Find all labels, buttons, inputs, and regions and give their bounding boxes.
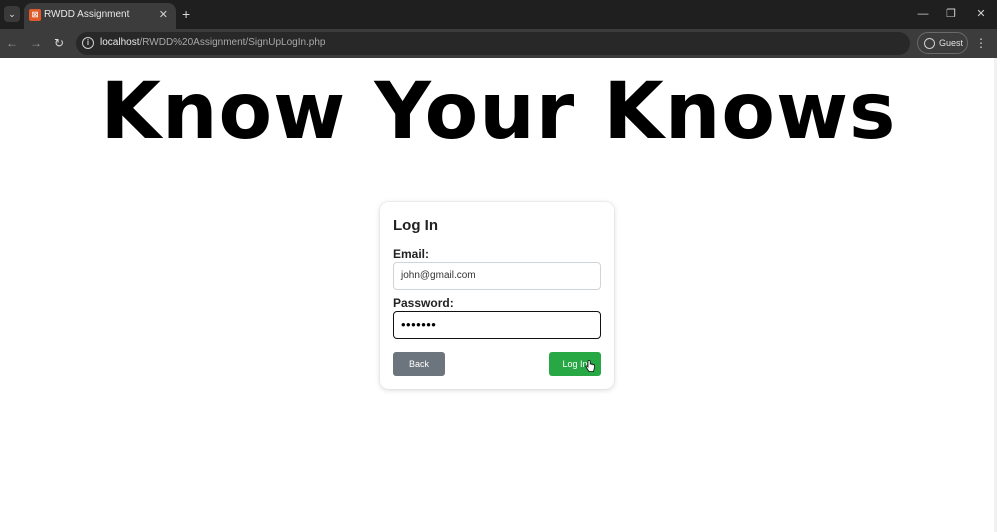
browser-menu-icon[interactable]: ⋮ (975, 35, 987, 51)
back-button[interactable]: Back (393, 352, 445, 376)
email-field[interactable]: john@gmail.com (393, 262, 601, 290)
login-card: Log In Email: john@gmail.com Password: •… (380, 202, 614, 389)
password-label: Password: (393, 296, 454, 310)
password-field[interactable]: ••••••• (393, 311, 601, 339)
hand-cursor-icon (585, 360, 595, 372)
browser-toolbar: ← → ↻ i localhost/RWDD%20Assignment/Sign… (0, 29, 997, 58)
login-card-title: Log In (393, 217, 438, 234)
xampp-icon: ⊠ (29, 9, 41, 21)
new-tab-button[interactable]: + (182, 6, 190, 22)
url-path: /RWDD%20Assignment/SignUpLogIn.php (139, 37, 326, 48)
profile-button[interactable]: Guest (917, 32, 968, 54)
tab-strip: ⌄ ⊠ RWDD Assignment ✕ + — ❐ ✕ (0, 0, 997, 29)
close-tab-icon[interactable]: ✕ (159, 8, 168, 22)
site-info-icon[interactable]: i (82, 37, 94, 49)
tab-search-icon[interactable]: ⌄ (4, 6, 20, 22)
profile-icon (924, 38, 935, 49)
forward-arrow-icon[interactable]: → (28, 35, 44, 51)
url-text[interactable]: localhost/RWDD%20Assignment/SignUpLogIn.… (100, 37, 326, 48)
page-content: Know Your Knows Log In Email: john@gmail… (0, 58, 997, 532)
page-title: Know Your Knows (100, 67, 897, 157)
back-arrow-icon[interactable]: ← (4, 35, 20, 51)
window-close-icon[interactable]: ✕ (973, 6, 989, 22)
tab-title: RWDD Assignment (44, 9, 130, 20)
profile-label: Guest (939, 38, 964, 48)
browser-tab[interactable]: ⊠ RWDD Assignment ✕ (24, 3, 176, 29)
email-label: Email: (393, 247, 430, 261)
address-bar[interactable]: i localhost/RWDD%20Assignment/SignUpLogI… (76, 32, 910, 55)
url-host: localhost (100, 37, 140, 48)
reload-icon[interactable]: ↻ (51, 35, 67, 51)
restore-icon[interactable]: ❐ (943, 6, 959, 22)
minimize-icon[interactable]: — (915, 6, 931, 22)
